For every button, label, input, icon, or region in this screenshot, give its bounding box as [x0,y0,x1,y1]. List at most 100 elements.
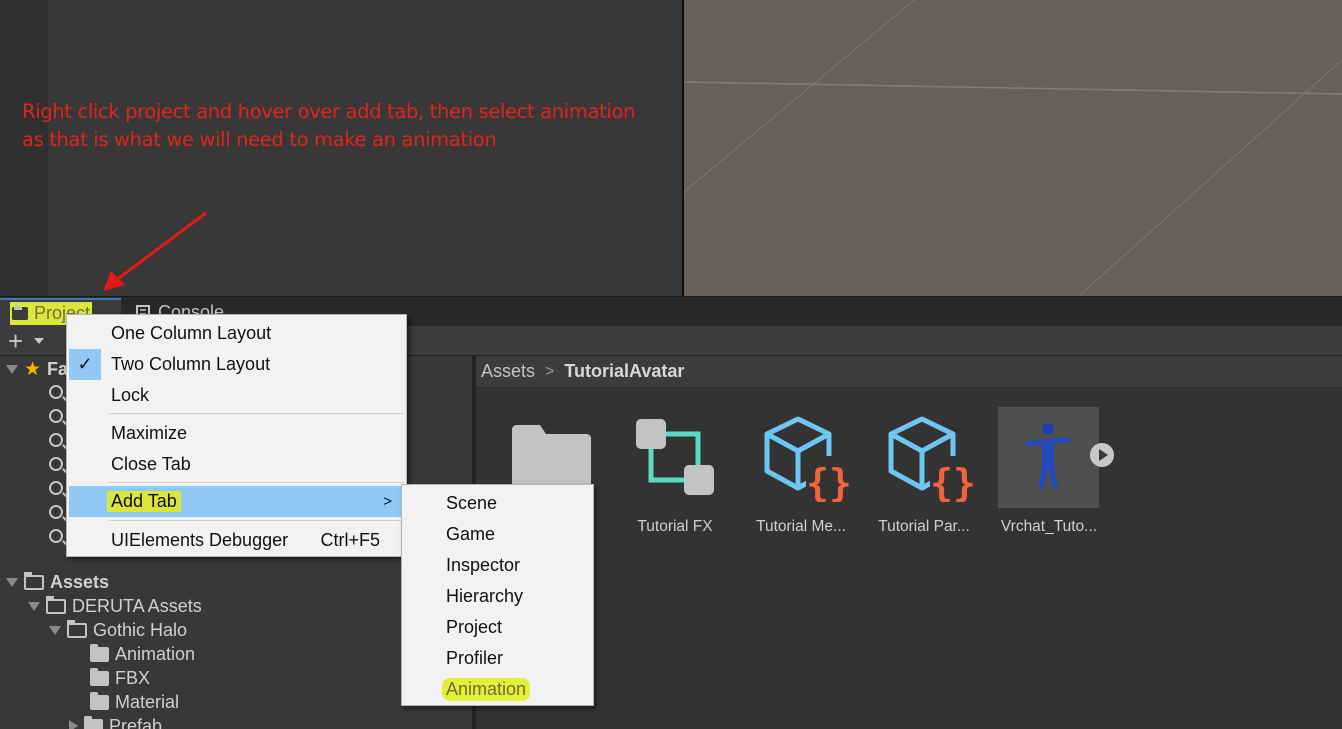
context-menu: One Column Layout ✓ Two Column Layout Lo… [66,314,407,557]
search-icon [49,529,63,543]
submenu-item-label: Inspector [446,555,521,575]
submenu-item-label: Project [446,617,503,637]
expand-icon[interactable] [28,601,40,611]
submenu-item-label: Animation [442,678,531,701]
menu-item-maximize[interactable]: Maximize [69,418,404,449]
submenu-item-label: Hierarchy [446,586,524,606]
tree-fbx-folder[interactable]: FBX [90,666,150,690]
menu-item-label: Lock [111,385,150,405]
breadcrumb: Assets > TutorialAvatar [476,356,1342,388]
avatar-model-thumbnail[interactable] [998,407,1099,508]
tree-favorites[interactable]: ★ Fa [6,357,68,381]
favorite-search-item[interactable] [49,476,63,500]
project-folder-icon [12,306,28,320]
folder-icon [84,715,103,729]
menu-item-uielements-debugger[interactable]: UIElements Debugger Ctrl+F5 [69,525,404,556]
tree-gothic-label: Gothic Halo [93,619,188,640]
menu-separator [109,413,404,414]
submenu-item-label: Game [446,524,496,544]
tree-animation-label: Animation [115,643,196,664]
menu-item-label: Close Tab [111,454,191,474]
submenu-item-profiler[interactable]: Profiler [404,643,591,674]
asset-folder-icon[interactable] [510,424,592,486]
favorite-search-item[interactable] [49,524,63,548]
favorite-search-item[interactable] [49,428,63,452]
create-plus-icon[interactable]: + [8,328,23,354]
annotation-arrow-icon [103,211,207,291]
asset-label: Tutorial Par... [878,518,970,535]
scene-view[interactable] [684,0,1342,296]
animator-controller-icon[interactable] [634,417,718,499]
collapse-icon[interactable] [69,720,78,729]
parameters-asset-icon[interactable]: {} [886,416,978,502]
tree-material-folder[interactable]: Material [90,690,179,714]
play-icon [1099,449,1108,461]
menu-item-label: Two Column Layout [111,354,271,374]
open-folder-icon [67,619,87,638]
star-icon: ★ [24,358,42,380]
submenu-item-game[interactable]: Game [404,519,591,550]
folder-icon [90,643,109,662]
tree-prefab-label: Prefab [109,715,163,729]
favorite-search-item[interactable] [49,500,63,524]
folder-icon [90,667,109,686]
submenu-item-project[interactable]: Project [404,612,591,643]
submenu-item-scene[interactable]: Scene [404,488,591,519]
search-icon [49,505,63,519]
expand-icon[interactable] [6,364,18,374]
add-tab-submenu: Scene Game Inspector Hierarchy Project P… [401,484,594,706]
submenu-item-hierarchy[interactable]: Hierarchy [404,581,591,612]
annotation-line-2: as that is what we will need to make an … [22,128,497,151]
menu-item-label: Maximize [111,423,188,443]
search-icon [49,457,63,471]
asset-label: Vrchat_Tuto... [1000,518,1098,535]
menu-separator [109,520,404,521]
tree-favorites-label: Fa [47,358,69,379]
menu-item-add-tab[interactable]: Add Tab > [69,486,404,517]
breadcrumb-current[interactable]: TutorialAvatar [564,361,684,382]
submenu-item-label: Profiler [446,648,504,668]
asset-grid-area: Assets > TutorialAvatar [476,356,1342,729]
expand-asset-button[interactable] [1090,443,1114,467]
expand-icon[interactable] [49,625,61,635]
tree-animation-folder[interactable]: Animation [90,642,195,666]
tree-material-label: Material [115,691,180,712]
annotation-line-1: Right click project and hover over add t… [22,100,636,123]
tree-deruta-assets[interactable]: DERUTA Assets [28,594,202,618]
submenu-item-label: Scene [446,493,498,513]
asset-label: Tutorial Me... [756,518,846,535]
menu-item-label: Add Tab [107,491,181,512]
breadcrumb-separator: > [545,362,555,380]
menu-item-shortcut: Ctrl+F5 [320,530,380,550]
asset-label: Tutorial FX [637,518,713,535]
expand-icon[interactable] [6,577,18,587]
tree-gothic-halo[interactable]: Gothic Halo [49,618,187,642]
menu-item-label: UIElements Debugger [111,530,289,550]
submenu-item-inspector[interactable]: Inspector [404,550,591,581]
submenu-arrow-icon: > [383,493,392,510]
search-icon [49,409,63,423]
tree-assets[interactable]: Assets [6,570,109,594]
favorite-search-item[interactable] [49,380,63,404]
scene-grid [684,0,1342,296]
svg-text:{}: {} [930,461,976,502]
menu-asset-icon[interactable]: {} [762,416,854,502]
tree-prefab-folder[interactable]: Prefab [69,714,162,729]
menu-item-label: One Column Layout [111,323,272,343]
menu-item-close-tab[interactable]: Close Tab [69,449,404,480]
menu-item-one-column[interactable]: One Column Layout [69,318,404,349]
svg-text:{}: {} [806,461,852,502]
tree-deruta-label: DERUTA Assets [72,595,202,616]
tree-fbx-label: FBX [115,667,151,688]
favorite-search-item[interactable] [49,452,63,476]
menu-item-lock[interactable]: Lock [69,380,404,411]
open-folder-icon [24,571,44,590]
folder-icon [90,691,109,710]
open-folder-icon [46,595,66,614]
menu-item-two-column[interactable]: Two Column Layout [69,349,404,380]
search-icon [49,385,63,399]
favorite-search-item[interactable] [49,404,63,428]
submenu-item-animation[interactable]: Animation [404,674,591,705]
create-dropdown-icon[interactable] [34,338,44,344]
breadcrumb-root[interactable]: Assets [481,361,535,382]
